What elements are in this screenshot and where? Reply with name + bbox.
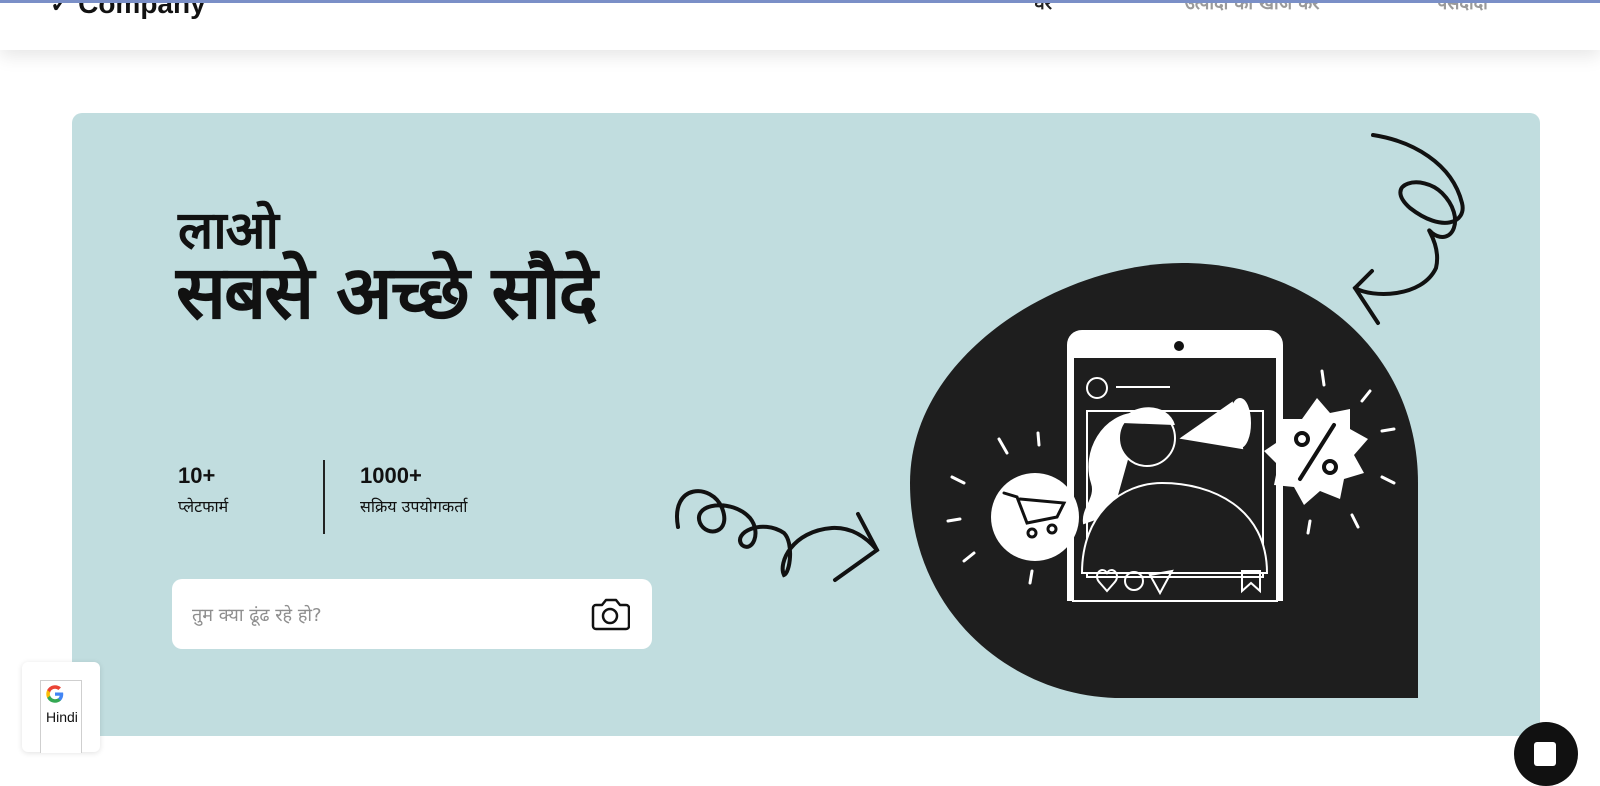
hero-illustration xyxy=(675,133,1465,698)
chat-icon[interactable] xyxy=(1514,722,1578,786)
logo[interactable]: ✓ Company xyxy=(50,0,206,20)
cart-icon xyxy=(991,473,1079,561)
hero-banner: लाओ सबसे अच्छे सौदे 10+ प्लेटफार्म 1000+… xyxy=(72,113,1540,736)
google-g-icon xyxy=(46,685,64,703)
top-border xyxy=(0,0,1600,3)
translate-selector[interactable]: Hindi xyxy=(40,680,82,753)
google-translate-widget[interactable]: Hindi xyxy=(22,662,100,753)
site-header: ✓ Company घर उत्पादों की खोज करें पसंदीद… xyxy=(0,0,1600,50)
logo-text: Company xyxy=(78,0,206,19)
squiggle-arrow-icon xyxy=(675,489,880,582)
squiggle-arrow-icon xyxy=(1352,133,1465,325)
translate-language-label: Hindi xyxy=(46,709,78,725)
